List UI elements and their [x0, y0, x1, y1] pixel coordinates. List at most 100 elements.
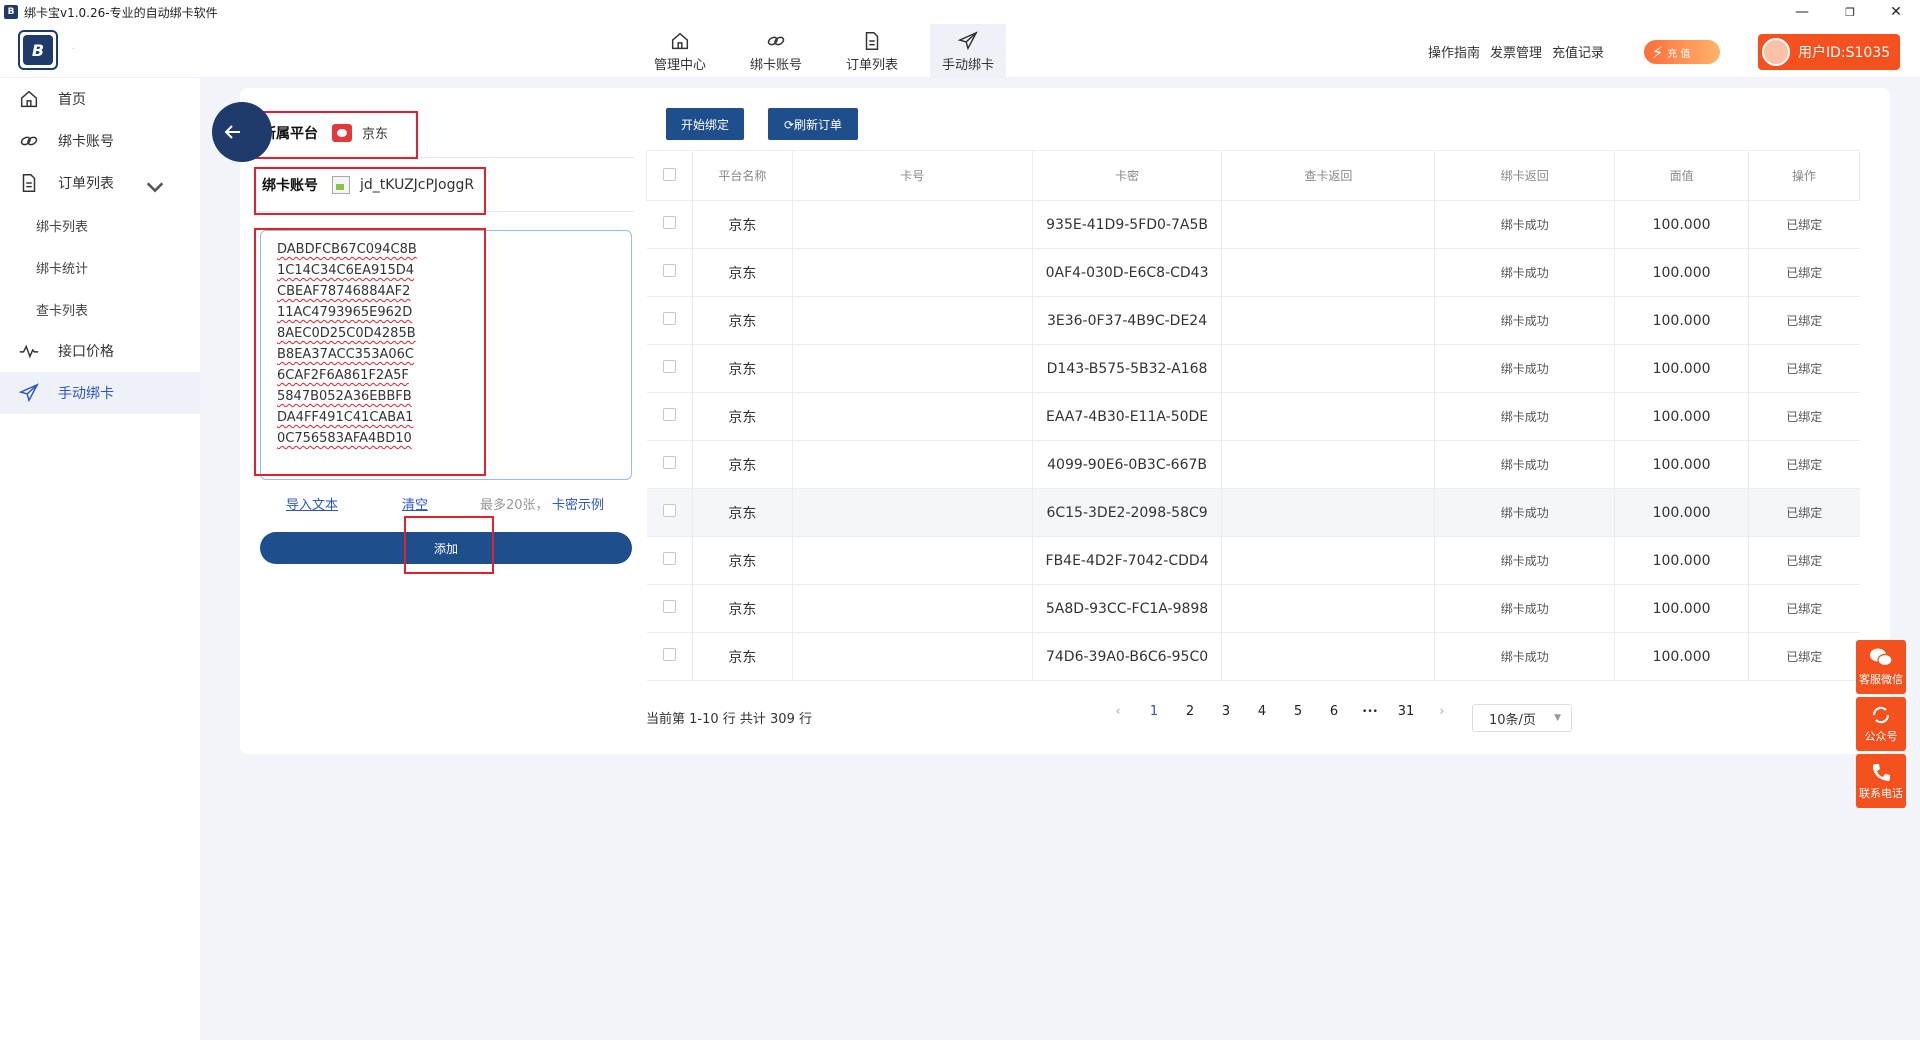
page-button[interactable]: 4	[1244, 704, 1280, 719]
select-all-checkbox[interactable]	[646, 150, 693, 201]
topnav-accounts[interactable]: 绑卡账号	[738, 24, 814, 78]
wechat-icon	[1870, 648, 1893, 667]
card-line: 6CAF2F6A861F2A5F	[277, 368, 409, 383]
card-line: DABDFCB67C094C8B	[277, 242, 417, 257]
topnav-manual-bind[interactable]: 手动绑卡	[930, 24, 1006, 78]
platform-cell: 京东	[691, 584, 793, 633]
row-checkbox[interactable]	[646, 632, 693, 681]
prev-page-button[interactable]: ‹	[1100, 704, 1136, 719]
guide-link[interactable]: 操作指南	[1428, 42, 1480, 61]
pagination: ‹ 1 2 3 4 5 6 ••• 31 ›	[1100, 704, 1460, 719]
sidebar-item-orders[interactable]: 订单列表	[0, 162, 200, 204]
account-row: 绑卡账号 jd_tKUZJcPJoggR	[254, 158, 634, 212]
jd-logo-icon	[332, 123, 352, 142]
table-row: 京东 6C15-3DE2-2098-58C9 绑卡成功 100.000 已绑定	[646, 488, 1860, 537]
sidebar-item-label: 订单列表	[58, 176, 114, 192]
page-ellipsis[interactable]: •••	[1352, 707, 1388, 717]
check-cell	[1221, 344, 1435, 393]
import-text-link[interactable]: 导入文本	[286, 494, 338, 513]
home-icon	[20, 90, 38, 108]
row-checkbox[interactable]	[646, 296, 693, 345]
operation-cell: 已绑定	[1748, 536, 1860, 585]
sidebar-item-bind-list[interactable]: 绑卡列表	[0, 204, 200, 246]
user-button[interactable]: 用户ID:S1035	[1758, 34, 1900, 70]
platform-value[interactable]: 京东	[362, 123, 388, 142]
secret-cell: 3E36-0F37-4B9C-DE24	[1031, 296, 1222, 345]
page-button[interactable]: 1	[1136, 704, 1172, 719]
user-id: 用户ID:S1035	[1798, 45, 1891, 61]
page-button[interactable]: 3	[1208, 704, 1244, 719]
next-page-button[interactable]: ›	[1424, 704, 1460, 719]
page-button[interactable]: 5	[1280, 704, 1316, 719]
sidebar-item-api-price[interactable]: 接口价格	[0, 330, 200, 372]
bind-result-cell: 绑卡成功	[1434, 200, 1615, 249]
invoice-link[interactable]: 发票管理	[1490, 42, 1542, 61]
sidebar-item-manual-bind[interactable]: 手动绑卡	[0, 372, 200, 414]
platform-cell: 京东	[691, 344, 793, 393]
pulse-icon	[19, 344, 39, 359]
refresh-orders-button[interactable]: ⟳刷新订单	[768, 108, 858, 140]
page-button[interactable]: 31	[1388, 704, 1424, 719]
card-line: DA4FF491C41CABA1	[277, 410, 414, 425]
card-line: 11AC4793965E962D	[277, 305, 413, 320]
back-button[interactable]	[212, 102, 272, 162]
page-button[interactable]: 6	[1316, 704, 1352, 719]
document-icon	[865, 31, 879, 50]
sidebar-item-check-list[interactable]: 查卡列表	[0, 288, 200, 330]
row-checkbox[interactable]	[646, 344, 693, 393]
column-header: 面值	[1614, 150, 1750, 201]
official-account-button[interactable]: 公众号	[1856, 697, 1906, 751]
example-link[interactable]: 卡密示例	[552, 494, 604, 513]
check-cell	[1221, 488, 1435, 537]
sidebar-item-home[interactable]: 首页	[0, 78, 200, 120]
table-header-row: 平台名称 卡号 卡密 查卡返回 绑卡返回 面值 操作	[646, 150, 1860, 201]
image-icon	[332, 175, 350, 194]
bind-result-cell: 绑卡成功	[1434, 440, 1615, 489]
chevron-down-icon	[146, 182, 164, 193]
send-icon	[957, 30, 978, 50]
recharge-button[interactable]: ⚡ 充 值	[1644, 40, 1720, 64]
start-bind-button[interactable]: 开始绑定	[666, 108, 744, 140]
cardno-cell	[791, 248, 1033, 297]
sidebar-item-bind-stats[interactable]: 绑卡统计	[0, 246, 200, 288]
page-button[interactable]: 2	[1172, 704, 1208, 719]
sidebar-item-label: 手动绑卡	[58, 386, 114, 402]
pagination-info: 当前第 1-10 行 共计 309 行	[646, 712, 812, 727]
card-line: CBEAF78746884AF2	[277, 284, 411, 299]
row-checkbox[interactable]	[646, 536, 693, 585]
row-checkbox[interactable]	[646, 488, 693, 537]
chevron-down-icon: ▼	[1554, 713, 1561, 723]
cardno-cell	[791, 344, 1033, 393]
sidebar-item-label: 首页	[58, 92, 86, 108]
secret-cell: FB4E-4D2F-7042-CDD4	[1031, 536, 1222, 585]
table-row: 京东 FB4E-4D2F-7042-CDD4 绑卡成功 100.000 已绑定	[646, 536, 1860, 585]
platform-cell: 京东	[691, 632, 793, 681]
account-value[interactable]: jd_tKUZJcPJoggR	[360, 177, 474, 193]
row-checkbox[interactable]	[646, 584, 693, 633]
add-button[interactable]: 添加	[260, 532, 632, 564]
card-secret-textarea[interactable]: DABDFCB67C094C8B 1C14C34C6EA915D4 CBEAF7…	[260, 230, 632, 480]
row-checkbox[interactable]	[646, 392, 693, 441]
secret-cell: 74D6-39A0-B6C6-95C0	[1031, 632, 1222, 681]
logo-dot: ·	[72, 44, 76, 55]
restore-button[interactable]: ❐	[1828, 0, 1872, 24]
page-size-select[interactable]: 10条/页 ▼	[1472, 704, 1572, 732]
table-row: 京东 EAA7-4B30-E11A-50DE 绑卡成功 100.000 已绑定	[646, 392, 1860, 441]
topnav-orders[interactable]: 订单列表	[834, 24, 910, 78]
row-checkbox[interactable]	[646, 248, 693, 297]
sidebar-item-accounts[interactable]: 绑卡账号	[0, 120, 200, 162]
card-line: 5847B052A36EBBFB	[277, 389, 412, 404]
topnav-management[interactable]: 管理中心	[642, 24, 718, 78]
wechat-service-button[interactable]: 客服微信	[1856, 640, 1906, 694]
logo: B	[18, 30, 58, 70]
close-button[interactable]: ✕	[1874, 0, 1918, 24]
clear-link[interactable]: 清空	[402, 494, 428, 513]
recharge-record-link[interactable]: 充值记录	[1552, 42, 1604, 61]
row-checkbox[interactable]	[646, 200, 693, 249]
value-cell: 100.000	[1614, 440, 1749, 489]
contact-phone-button[interactable]: 联系电话	[1856, 754, 1906, 808]
bolt-icon: ⚡	[1652, 42, 1664, 62]
platform-cell: 京东	[691, 536, 793, 585]
minimize-button[interactable]: —	[1780, 0, 1824, 24]
row-checkbox[interactable]	[646, 440, 693, 489]
